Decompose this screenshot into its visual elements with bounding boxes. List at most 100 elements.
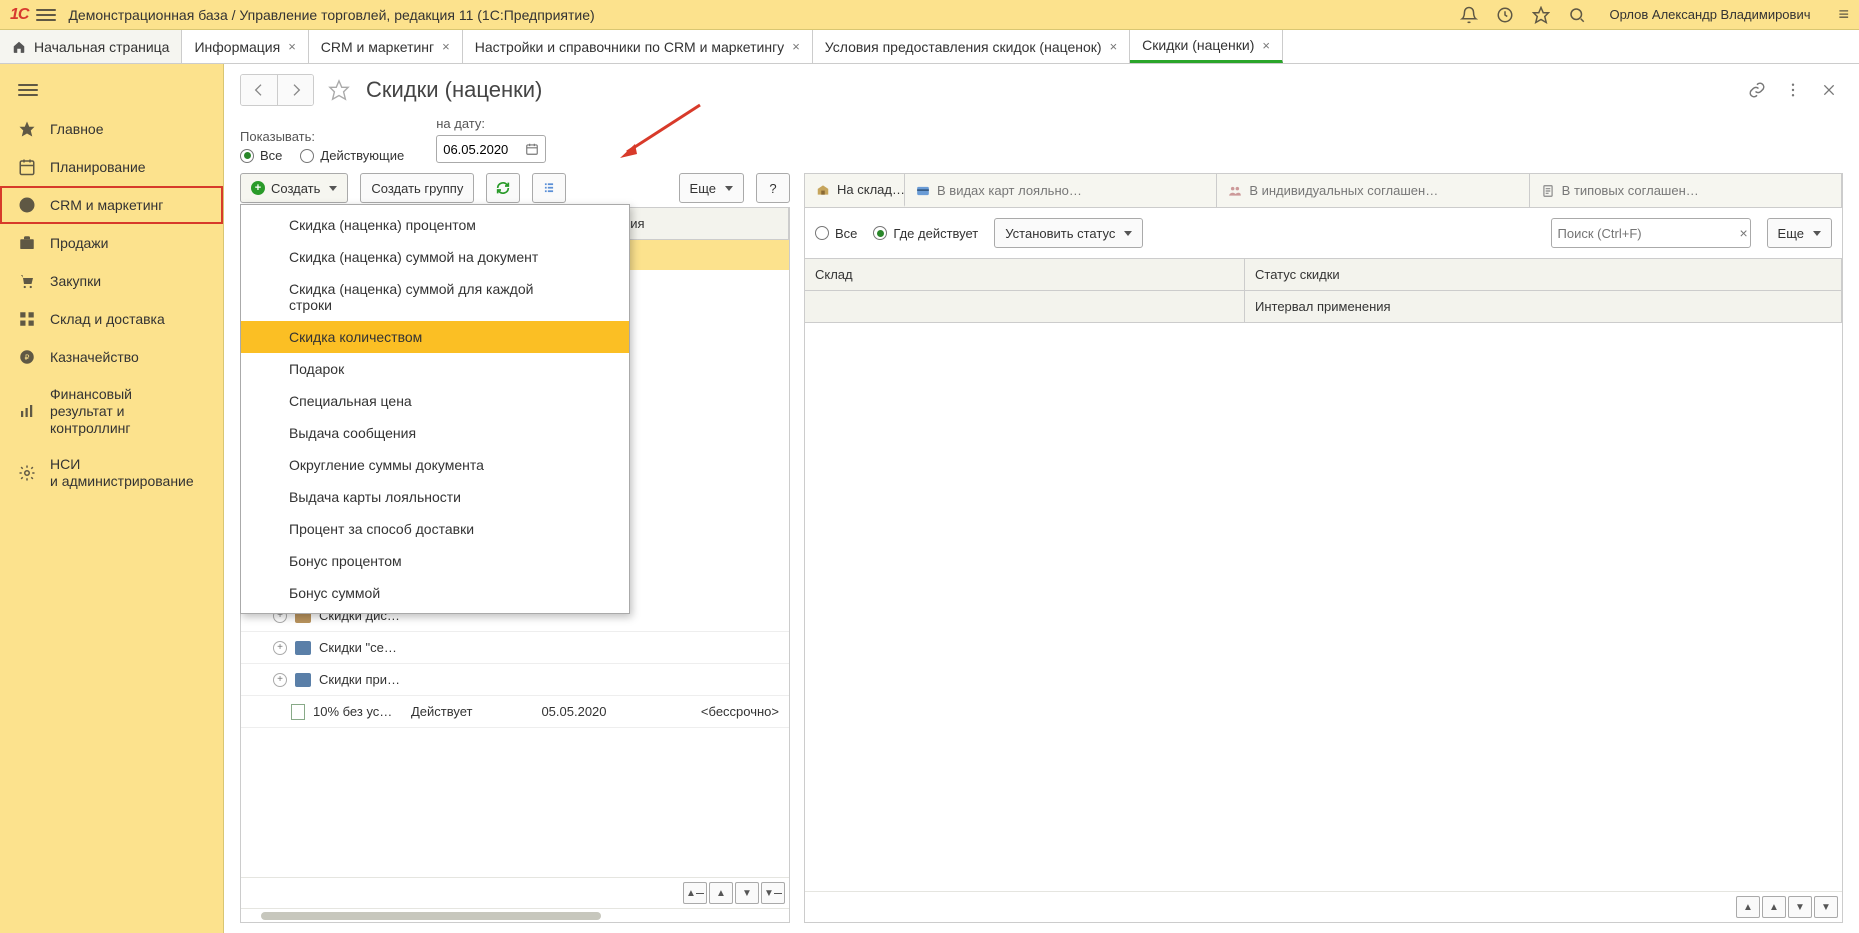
history-icon[interactable] [1496, 6, 1514, 24]
close-icon[interactable]: × [1262, 38, 1270, 53]
link-icon[interactable] [1743, 76, 1771, 104]
create-button[interactable]: + Создать [240, 173, 348, 203]
table-row[interactable]: + Скидки при… [241, 664, 789, 696]
scroll-bottom-button[interactable]: ▼ [761, 882, 785, 904]
radio-all-right[interactable]: Все [815, 226, 857, 241]
close-icon[interactable]: × [1110, 39, 1118, 54]
scroll-top-button[interactable]: ▲ [683, 882, 707, 904]
filter-show: Показывать: Все Действующие [240, 129, 404, 163]
rtab-individual-agreements[interactable]: В индивидуальных соглашен… [1217, 174, 1529, 207]
menu-item[interactable]: Специальная цена [241, 385, 629, 417]
tab-settings-crm[interactable]: Настройки и справочники по CRM и маркети… [463, 30, 813, 63]
radio-where-active[interactable]: Где действует [873, 226, 978, 241]
sidebar-item-purchases[interactable]: Закупки [0, 262, 223, 300]
help-button[interactable]: ? [756, 173, 790, 203]
radio-active[interactable]: Действующие [300, 148, 404, 163]
menu-item[interactable]: Бонус суммой [241, 577, 629, 609]
menu-item[interactable]: Выдача карты лояльности [241, 481, 629, 513]
calendar-icon[interactable] [525, 142, 539, 156]
expand-icon[interactable]: + [273, 673, 287, 687]
menu-item[interactable]: Скидка (наценка) процентом [241, 209, 629, 241]
search-icon[interactable] [1568, 6, 1586, 24]
create-group-button[interactable]: Создать группу [360, 173, 474, 203]
date-input[interactable] [436, 135, 546, 163]
menu-item[interactable]: Скидка количеством [241, 321, 629, 353]
right-table-body[interactable] [805, 323, 1842, 891]
set-status-button[interactable]: Установить статус [994, 218, 1143, 248]
tab-label: Начальная страница [34, 39, 169, 55]
hscroll-thumb[interactable] [261, 912, 601, 920]
sidebar-item-nsi[interactable]: НСИ и администрирование [0, 446, 223, 500]
close-icon[interactable]: × [792, 39, 800, 54]
scroll-down-button[interactable]: ▼ [735, 882, 759, 904]
left-toolbar: + Создать Создать группу Еще ? Скидка (н… [240, 173, 790, 203]
menu-item[interactable]: Округление суммы документа [241, 449, 629, 481]
menu-item[interactable]: Скидка (наценка) суммой на документ [241, 241, 629, 273]
rtab-loyalty-cards[interactable]: В видах карт лояльно… [905, 174, 1217, 207]
rth-status[interactable]: Статус скидки [1245, 259, 1842, 291]
clear-icon[interactable]: × [1740, 225, 1748, 241]
refresh-button[interactable] [486, 173, 520, 203]
sidebar-item-main[interactable]: Главное [0, 110, 223, 148]
menu-item[interactable]: Скидка (наценка) суммой для каждой строк… [241, 273, 629, 321]
radio-icon [240, 149, 254, 163]
more-label: Еще [1778, 226, 1804, 241]
menu-item[interactable]: Бонус процентом [241, 545, 629, 577]
sidebar-item-sales[interactable]: Продажи [0, 224, 223, 262]
bell-icon[interactable] [1460, 6, 1478, 24]
favorite-star-icon[interactable] [328, 79, 350, 101]
menu-item[interactable]: Выдача сообщения [241, 417, 629, 449]
close-icon[interactable]: × [442, 39, 450, 54]
sidebar-item-label: Закупки [50, 273, 101, 290]
tab-discounts[interactable]: Скидки (наценки) × [1130, 30, 1283, 63]
rth-warehouse[interactable]: Склад [805, 259, 1245, 291]
more-button-right[interactable]: Еще [1767, 218, 1832, 248]
hamburger-icon[interactable] [36, 5, 56, 25]
sidebar-hamburger[interactable] [0, 70, 223, 110]
list-mode-button[interactable] [532, 173, 566, 203]
tab-label: Настройки и справочники по CRM и маркети… [475, 39, 784, 55]
tab-crm-marketing[interactable]: CRM и маркетинг × [309, 30, 463, 63]
close-icon[interactable] [1815, 76, 1843, 104]
sidebar-item-crm[interactable]: CRM и маркетинг [0, 186, 223, 224]
tab-discount-conditions[interactable]: Условия предоставления скидок (наценок) … [813, 30, 1130, 63]
forward-button[interactable] [277, 75, 313, 105]
logo-1c: 1C [10, 6, 28, 24]
tab-home[interactable]: Начальная страница [0, 30, 182, 63]
table-row[interactable]: + Скидки "се… [241, 632, 789, 664]
rth-interval[interactable]: Интервал применения [1245, 291, 1842, 322]
scroll-top-button[interactable]: ▲ [1736, 896, 1760, 918]
rtab-warehouses[interactable]: На склад… [805, 174, 905, 207]
user-name[interactable]: Орлов Александр Владимирович [1610, 7, 1811, 22]
scroll-up-button[interactable]: ▲ [1762, 896, 1786, 918]
menu-item[interactable]: Процент за способ доставки [241, 513, 629, 545]
tabs-bar: Начальная страница Информация × CRM и ма… [0, 30, 1859, 64]
sidebar-item-warehouse[interactable]: Склад и доставка [0, 300, 223, 338]
sidebar-item-planning[interactable]: Планирование [0, 148, 223, 186]
scroll-down-button[interactable]: ▼ [1788, 896, 1812, 918]
search-field[interactable] [1558, 226, 1734, 241]
more-button[interactable]: Еще [679, 173, 744, 203]
scroll-up-button[interactable]: ▲ [709, 882, 733, 904]
menu-item[interactable]: Подарок [241, 353, 629, 385]
table-row[interactable]: 10% без ус… Действует 05.05.2020 <бессро… [241, 696, 789, 728]
create-label: Создать [271, 181, 320, 196]
date-field[interactable] [443, 142, 519, 157]
rtab-typical-agreements[interactable]: В типовых соглашен… [1530, 174, 1842, 207]
close-icon[interactable]: × [288, 39, 296, 54]
filter-show-label: Показывать: [240, 129, 404, 144]
hscroll[interactable] [241, 908, 789, 922]
scroll-bottom-button[interactable]: ▼ [1814, 896, 1838, 918]
tab-information[interactable]: Информация × [182, 30, 308, 63]
sidebar-item-treasury[interactable]: ₽ Казначейство [0, 338, 223, 376]
back-button[interactable] [241, 75, 277, 105]
left-pane-footer: ▲ ▲ ▼ ▼ [241, 877, 789, 908]
sidebar-item-finresult[interactable]: Финансовый результат и контроллинг [0, 376, 223, 446]
star-icon[interactable] [1532, 6, 1550, 24]
window-mode-icon[interactable]: ≡ [1838, 4, 1849, 25]
content-area: Скидки (наценки) Показывать: Все Действу… [224, 64, 1859, 933]
kebab-icon[interactable] [1779, 76, 1807, 104]
expand-icon[interactable]: + [273, 641, 287, 655]
search-input[interactable]: × [1551, 218, 1751, 248]
radio-all[interactable]: Все [240, 148, 282, 163]
